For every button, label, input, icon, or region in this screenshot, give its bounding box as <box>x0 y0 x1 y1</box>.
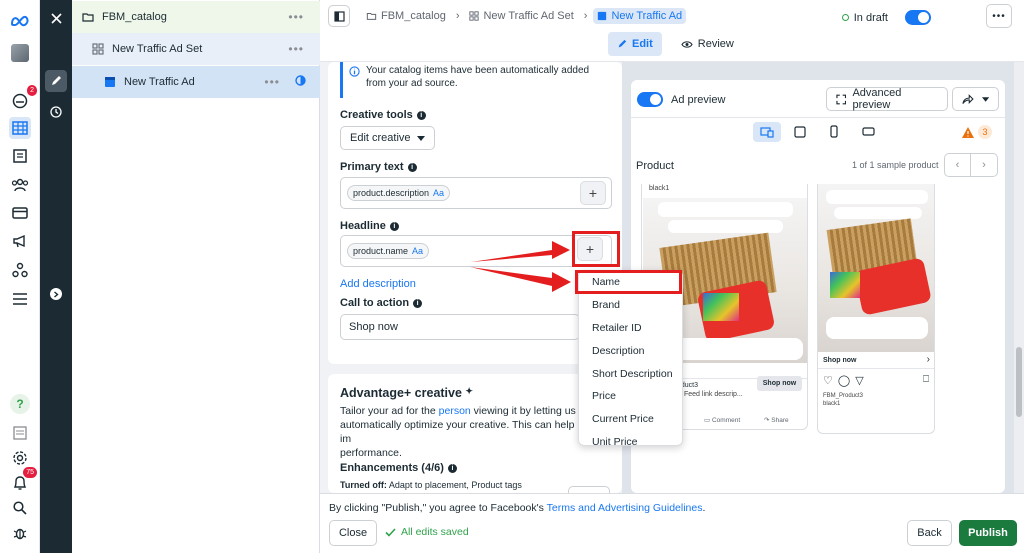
back-button[interactable]: Back <box>907 520 952 546</box>
terms-text: By clicking "Publish," you agree to Face… <box>329 502 706 514</box>
annotation-arrows <box>470 241 571 292</box>
checkmark-icon <box>385 527 396 537</box>
terms-link[interactable]: Terms and Advertising Guidelines <box>547 502 703 514</box>
arrow-to-name-item <box>470 267 571 292</box>
close-button[interactable]: Close <box>329 520 377 546</box>
arrow-to-add-button <box>471 241 570 262</box>
publish-button[interactable]: Publish <box>959 520 1017 546</box>
footer-bar: By clicking "Publish," you agree to Face… <box>320 493 1024 553</box>
save-status: All edits saved <box>385 526 469 538</box>
